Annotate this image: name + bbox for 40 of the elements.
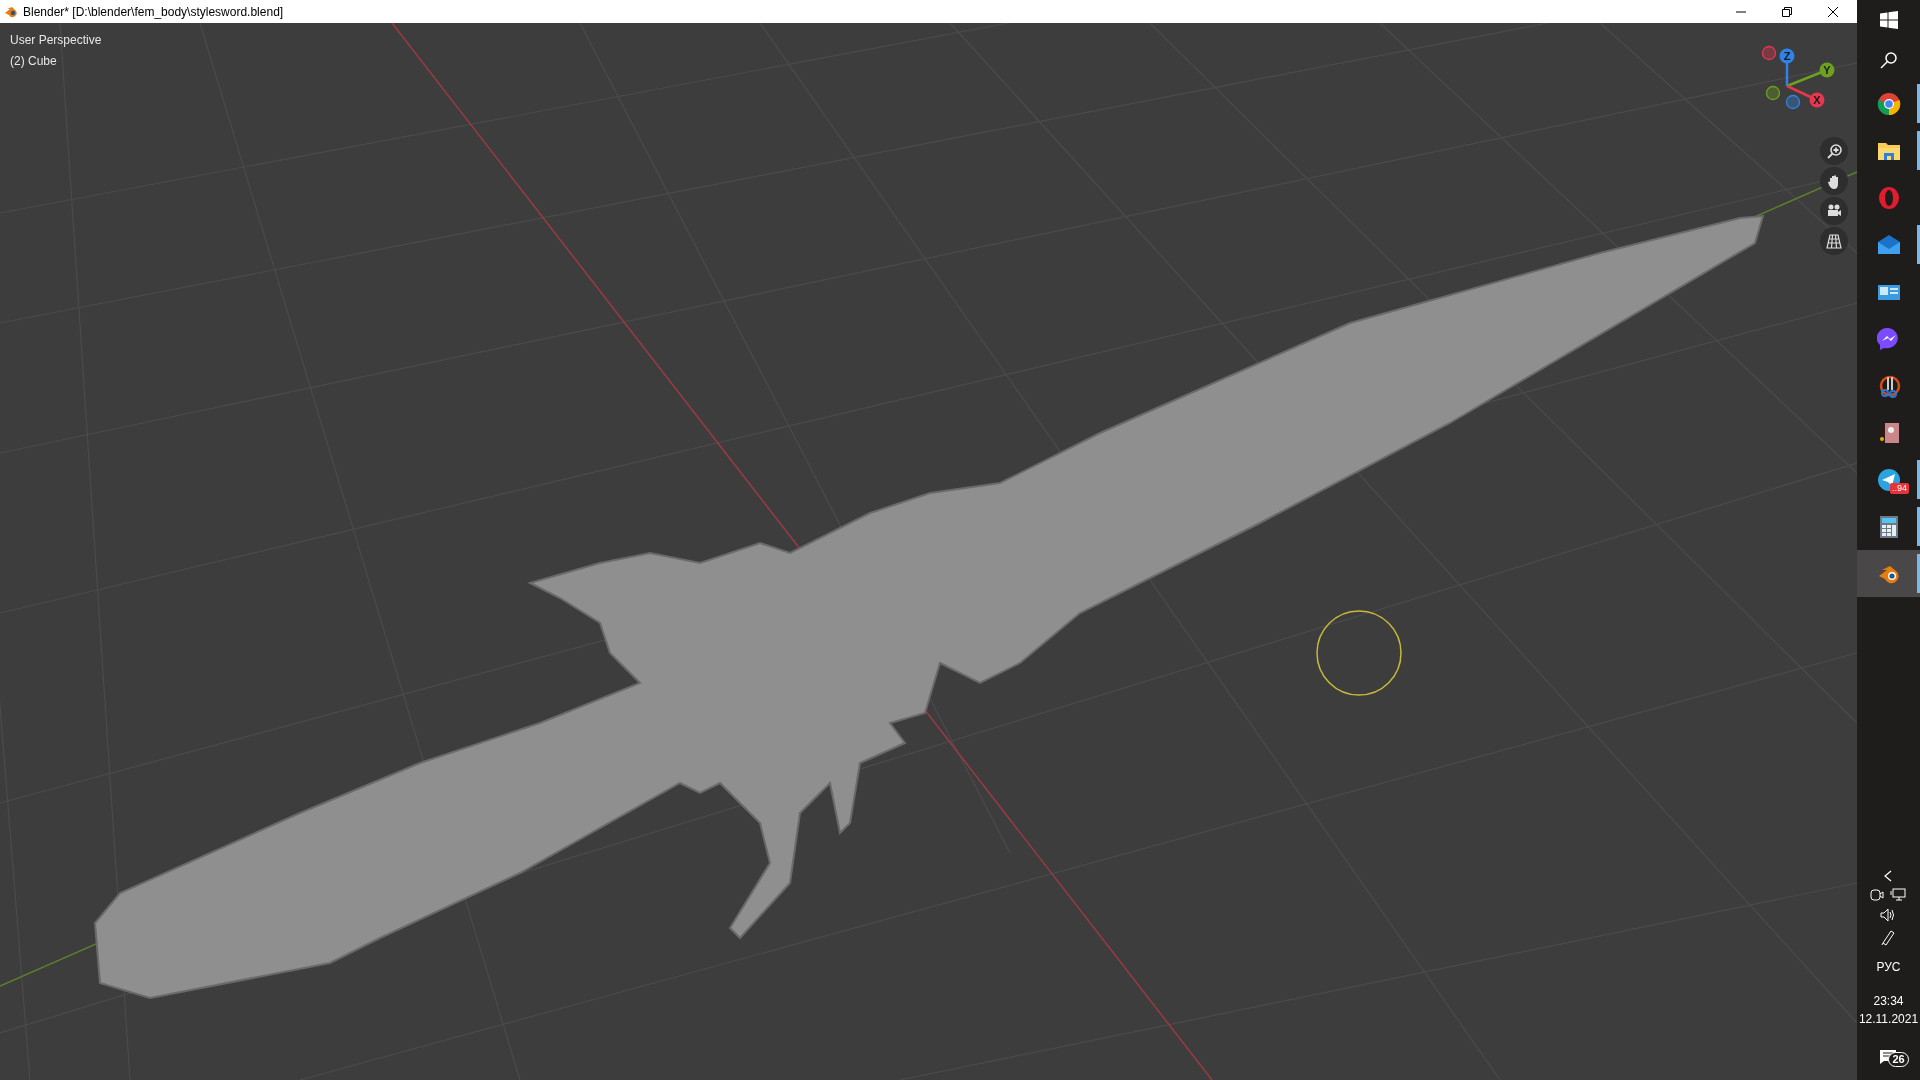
search-icon <box>1879 51 1898 69</box>
notification-count: 26 <box>1888 1052 1909 1067</box>
taskbar-app-button[interactable]: ..94 <box>1857 456 1920 503</box>
projection-button[interactable] <box>1820 227 1848 255</box>
view-name: User Perspective <box>10 32 102 49</box>
chevron-icon[interactable] <box>1884 870 1893 882</box>
negative-axis-handle[interactable] <box>1785 94 1801 110</box>
clock-time[interactable]: 23:34 <box>1873 992 1904 1010</box>
axis-handle[interactable]: Y <box>1819 62 1835 78</box>
chat-bubble-icon <box>1876 326 1901 351</box>
negative-axis-handle[interactable] <box>1765 85 1781 101</box>
close-icon <box>1828 6 1838 17</box>
clock-date[interactable]: 12.11.2021 <box>1858 1010 1919 1028</box>
chrome-icon <box>1876 91 1901 116</box>
negative-axis-handle[interactable] <box>1761 45 1777 61</box>
unread-badge: ..94 <box>1890 483 1909 494</box>
image-thumbnail-icon <box>1876 420 1901 445</box>
windows-logo-icon <box>1879 11 1898 29</box>
restore-icon <box>1782 6 1792 17</box>
pen-icon[interactable] <box>1880 928 1897 946</box>
3d-viewport[interactable]: User Perspective (2) Cube Z Y X <box>0 23 1857 1080</box>
zoom-in-icon <box>1826 143 1842 159</box>
axis-handle[interactable]: X <box>1809 92 1825 108</box>
grid-icon <box>1826 233 1842 249</box>
envelope-icon <box>1876 232 1901 257</box>
language-indicator[interactable]: РУС <box>1876 958 1901 976</box>
window-title: Blender* [D:\blender\fem_body\stylesword.blend] <box>23 3 284 21</box>
opera-icon <box>1876 185 1901 210</box>
network-monitor-icon[interactable] <box>1890 888 1907 902</box>
object-info: (2) Cube <box>10 53 58 70</box>
speaker-icon[interactable] <box>1880 908 1897 922</box>
3d-cursor-icon <box>1316 610 1402 696</box>
zoom-button[interactable] <box>1820 137 1848 165</box>
camera-icon <box>1826 203 1842 219</box>
camera-view-button[interactable] <box>1820 197 1848 225</box>
notifications-button[interactable]: 26 <box>1868 1042 1909 1072</box>
axis-handle[interactable]: Z <box>1779 48 1795 64</box>
webcam-icon[interactable] <box>1870 888 1885 902</box>
blender-logo-icon <box>4 5 18 18</box>
pan-button[interactable] <box>1820 167 1848 195</box>
